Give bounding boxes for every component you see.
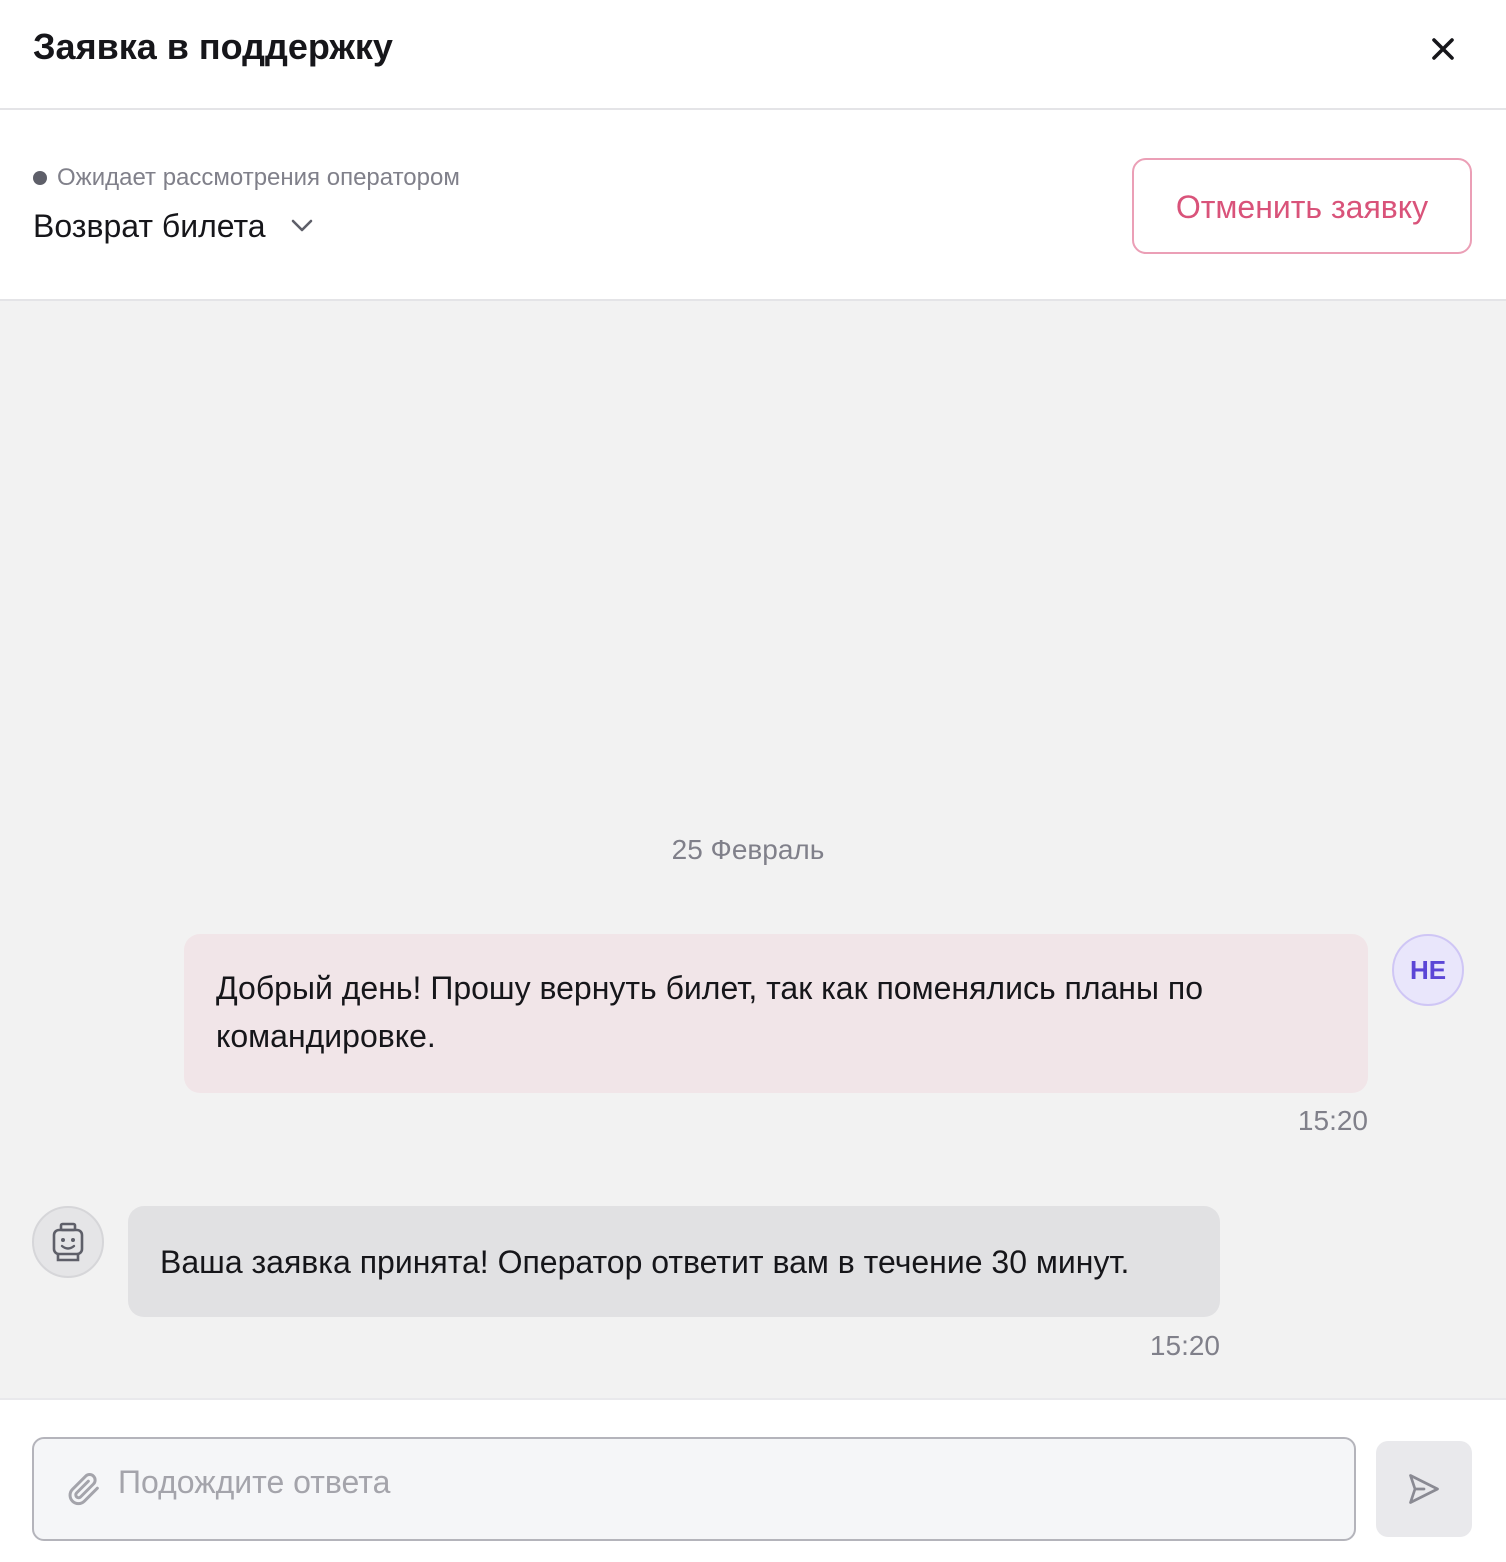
status-dot-icon <box>33 171 47 185</box>
send-button[interactable] <box>1376 1441 1472 1537</box>
user-avatar: НЕ <box>1392 934 1464 1006</box>
bot-message: Ваша заявка принята! Оператор ответит ва… <box>128 1206 1220 1317</box>
status-text: Ожидает рассмотрения оператором <box>57 164 460 191</box>
paperclip-icon[interactable] <box>64 1469 104 1509</box>
message-input-box <box>32 1437 1356 1541</box>
close-icon <box>1432 38 1454 60</box>
date-separator: 25 Февраль <box>671 834 825 865</box>
chat-area[interactable]: 25 Февраль Добрый день! Прошу вернуть би… <box>0 301 1506 1398</box>
ticket-status: Ожидает рассмотрения оператором <box>33 163 460 193</box>
page-title: Заявка в поддержку <box>33 26 393 67</box>
robot-icon <box>52 1222 84 1262</box>
message-composer <box>0 1398 1506 1562</box>
ticket-info: Ожидает рассмотрения оператором Возврат … <box>0 110 1506 301</box>
topic-label: Возврат билета <box>33 208 266 244</box>
bot-message-time: 15:20 <box>1149 1330 1220 1361</box>
chevron-down-icon <box>290 214 314 238</box>
user-message-time: 15:20 <box>1297 1105 1368 1136</box>
message-input[interactable] <box>118 1457 1318 1507</box>
header: Заявка в поддержку <box>0 0 1506 110</box>
close-button[interactable] <box>1418 24 1468 74</box>
topic-dropdown[interactable]: Возврат билета <box>33 204 314 248</box>
user-message: Добрый день! Прошу вернуть билет, так ка… <box>184 934 1368 1093</box>
bot-avatar <box>32 1206 104 1278</box>
cancel-ticket-button[interactable]: Отменить заявку <box>1132 158 1472 254</box>
send-icon <box>1409 1474 1439 1504</box>
